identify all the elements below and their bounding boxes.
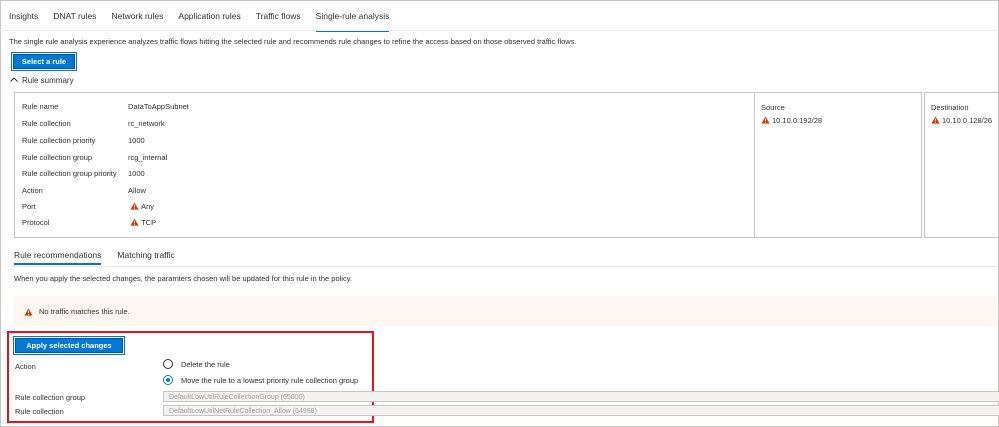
source-value-row: 10.10.0.192/28 — [761, 116, 822, 125]
banner-text: No traffic matches this rule. — [39, 307, 130, 316]
summary-key: Rule collection group priority — [22, 169, 117, 178]
tab-dnat-rules[interactable]: DNAT rules — [53, 11, 96, 27]
destination-panel: Destination 10.10.0.128/26 — [924, 92, 999, 238]
summary-value: rc_network — [128, 119, 165, 128]
summary-row: Rule collection group priority 1000 — [22, 169, 145, 178]
subtabs-divider — [14, 266, 997, 267]
summary-key: Port — [22, 202, 36, 211]
summary-row: Rule collection priority 1000 — [22, 136, 145, 145]
rule-summary-toggle[interactable]: Rule summary — [9, 75, 74, 85]
analysis-subtabs: Rule recommendations Matching traffic — [14, 250, 191, 265]
top-tabs: Insights DNAT rules Network rules Applic… — [9, 11, 404, 32]
warning-banner: No traffic matches this rule. — [14, 296, 997, 326]
summary-row: Action Allow — [22, 186, 146, 195]
warning-icon — [130, 202, 139, 210]
tab-traffic-flows[interactable]: Traffic flows — [256, 11, 301, 27]
summary-value: 1000 — [128, 136, 145, 145]
summary-value-protocol: TCP — [128, 218, 156, 227]
rule-summary-label: Rule summary — [22, 75, 74, 85]
source-panel: Source 10.10.0.192/28 — [754, 92, 922, 238]
rule-collection-label: Rule collection — [15, 407, 64, 416]
rule-collection-field[interactable]: DefaultLowUtilNetRuleCollection_Allow (6… — [163, 405, 999, 416]
tab-matching-traffic[interactable]: Matching traffic — [117, 250, 174, 260]
summary-key: Rule collection group — [22, 153, 93, 162]
tab-rule-recommendations[interactable]: Rule recommendations — [14, 250, 102, 265]
tabs-divider — [0, 30, 999, 31]
tab-application-rules[interactable]: Application rules — [178, 11, 240, 27]
summary-key: Rule collection — [22, 119, 71, 128]
tab-single-rule-analysis[interactable]: Single-rule analysis — [315, 11, 389, 32]
summary-key: Action — [22, 186, 43, 195]
summary-row: Rule name DataToAppSubnet — [22, 102, 189, 111]
tab-insights[interactable]: Insights — [9, 11, 38, 27]
warning-icon — [130, 218, 139, 226]
warning-icon — [761, 116, 770, 124]
rule-collection-group-label: Rule collection group — [15, 393, 86, 402]
radio-move-rule[interactable]: Move the rule to a lowest priority rule … — [163, 375, 358, 385]
apply-selected-changes-button[interactable]: Apply selected changes — [15, 338, 123, 353]
summary-key: Protocol — [22, 218, 50, 227]
radio-delete-rule[interactable]: Delete the rule — [163, 359, 230, 369]
radio-button[interactable] — [163, 375, 173, 385]
radio-label: Move the rule to a lowest priority rule … — [181, 375, 359, 385]
protocol-value: TCP — [141, 218, 157, 227]
warning-icon — [24, 307, 33, 316]
summary-row: Rule collection group rcg_internal — [22, 153, 167, 162]
source-label: Source — [761, 103, 785, 112]
summary-row: Protocol TCP — [22, 218, 156, 227]
banner-content: No traffic matches this rule. — [24, 307, 130, 316]
warning-icon — [931, 116, 940, 124]
radio-label: Delete the rule — [181, 359, 230, 369]
summary-row: Rule collection rc_network — [22, 119, 165, 128]
summary-key: Rule collection priority — [22, 136, 96, 145]
summary-value: Allow — [128, 186, 146, 195]
summary-value: 1000 — [128, 169, 145, 178]
summary-value-port: Any — [128, 202, 154, 211]
chevron-up-icon — [10, 77, 18, 82]
apply-note: When you apply the selected changes, the… — [14, 274, 352, 283]
destination-label: Destination — [931, 103, 969, 112]
summary-value: DataToAppSubnet — [128, 102, 189, 111]
destination-value: 10.10.0.128/26 — [942, 116, 993, 125]
summary-row: Port Any — [22, 202, 154, 211]
action-label: Action — [15, 362, 36, 371]
rule-collection-group-field[interactable]: DefaultLowUtilRuleCollectionGroup (65000… — [163, 391, 999, 402]
radio-button[interactable] — [163, 359, 173, 369]
destination-value-row: 10.10.0.128/26 — [931, 116, 992, 125]
rule-summary-panel: Rule name DataToAppSubnet Rule collection… — [14, 92, 755, 238]
port-value: Any — [141, 202, 155, 211]
source-value: 10.10.0.192/28 — [772, 116, 823, 125]
tab-network-rules[interactable]: Network rules — [111, 11, 163, 27]
page-description: The single rule analysis experience anal… — [9, 37, 577, 46]
summary-key: Rule name — [22, 102, 59, 111]
summary-value: rcg_internal — [128, 153, 168, 162]
select-rule-button[interactable]: Select a rule — [13, 54, 75, 69]
